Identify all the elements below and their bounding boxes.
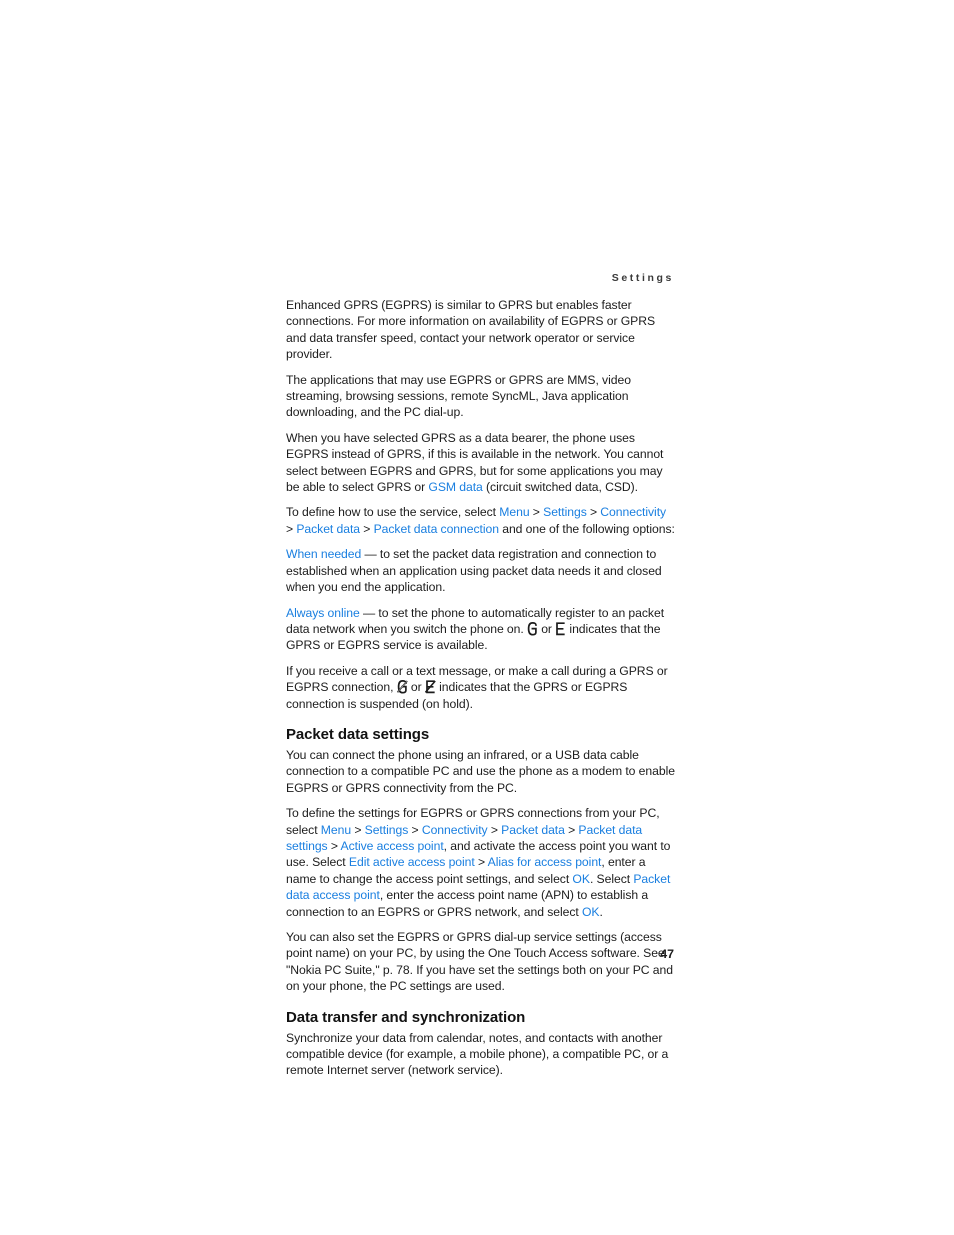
paragraph-2: The applications that may use EGPRS or G… — [286, 372, 676, 421]
separator: > — [564, 822, 579, 837]
paragraph-10-text: You can also set the EGPRS or GPRS dial-… — [286, 930, 673, 994]
link-always-online[interactable]: Always online — [286, 606, 360, 620]
link-settings[interactable]: Settings — [543, 505, 587, 519]
link-when-needed[interactable]: When needed — [286, 547, 361, 561]
gprs-suspended-icon — [396, 680, 408, 694]
link-ok-1[interactable]: OK — [572, 872, 590, 886]
link-connectivity-2[interactable]: Connectivity — [422, 823, 488, 837]
link-ok-2[interactable]: OK — [582, 905, 600, 919]
paragraph-9-text-d: . Select — [589, 871, 634, 886]
paragraph-6: Always online — to set the phone to auto… — [286, 605, 676, 654]
paragraph-4: To define how to use the service, select… — [286, 504, 676, 537]
paragraph-8: You can connect the phone using an infra… — [286, 747, 676, 796]
heading-packet-data-settings: Packet data settings — [286, 725, 430, 743]
paragraph-11: Synchronize your data from calendar, not… — [286, 1030, 676, 1079]
paragraph-7: If you receive a call or a text message,… — [286, 663, 676, 712]
link-connectivity[interactable]: Connectivity — [600, 505, 666, 519]
separator: > — [351, 822, 365, 837]
link-menu-2[interactable]: Menu — [321, 823, 351, 837]
text-column: Enhanced GPRS (EGPRS) is similar to GPRS… — [286, 297, 676, 1088]
link-active-access-point[interactable]: Active access point — [340, 839, 443, 853]
paragraph-3-text-b: (circuit switched data, CSD). — [482, 480, 639, 495]
paragraph-2-text: The applications that may use EGPRS or G… — [286, 372, 631, 420]
separator: > — [529, 505, 544, 520]
heading-data-transfer-and-synchronization: Data transfer and synchronization — [286, 1008, 526, 1026]
separator: > — [327, 838, 341, 853]
link-gsm-data[interactable]: GSM data — [428, 480, 482, 494]
paragraph-10: You can also set the EGPRS or GPRS dial-… — [286, 929, 676, 995]
separator: > — [487, 822, 502, 837]
paragraph-6-or: or — [537, 621, 556, 636]
paragraph-9-text-f: . — [599, 904, 603, 919]
link-edit-active-access-point[interactable]: Edit active access point — [349, 855, 475, 869]
separator: > — [286, 521, 297, 536]
paragraph-11-text: Synchronize your data from calendar, not… — [286, 1030, 669, 1078]
paragraph-9: To define the settings for EGPRS or GPRS… — [286, 805, 676, 920]
separator: > — [474, 855, 488, 870]
separator: > — [360, 521, 374, 536]
link-menu[interactable]: Menu — [499, 505, 529, 519]
egprs-suspended-icon — [424, 680, 436, 694]
link-packet-data[interactable]: Packet data — [296, 522, 360, 536]
document-page: Settings Enhanced GPRS (EGPRS) is simila… — [0, 0, 954, 1235]
paragraph-8-text: You can connect the phone using an infra… — [286, 747, 675, 795]
separator: > — [586, 505, 601, 520]
paragraph-1: Enhanced GPRS (EGPRS) is similar to GPRS… — [286, 297, 676, 363]
link-packet-data-2[interactable]: Packet data — [501, 823, 565, 837]
link-settings-2[interactable]: Settings — [365, 823, 409, 837]
paragraph-4-text-a: To define how to use the service, select — [286, 505, 500, 520]
link-packet-data-connection[interactable]: Packet data connection — [374, 522, 499, 536]
paragraph-4-text-b: and one of the following options: — [498, 521, 675, 536]
link-alias-for-access-point[interactable]: Alias for access point — [488, 855, 602, 869]
page-number: 47 — [660, 947, 674, 961]
paragraph-5: When needed — to set the packet data reg… — [286, 546, 676, 595]
separator: > — [408, 822, 422, 837]
paragraph-1-text: Enhanced GPRS (EGPRS) is similar to GPRS… — [286, 298, 656, 362]
gprs-g-icon — [527, 621, 538, 636]
paragraph-7-or: or — [407, 680, 425, 695]
running-head: Settings — [611, 272, 674, 284]
paragraph-3: When you have selected GPRS as a data be… — [286, 430, 676, 496]
egprs-e-icon — [555, 622, 566, 636]
